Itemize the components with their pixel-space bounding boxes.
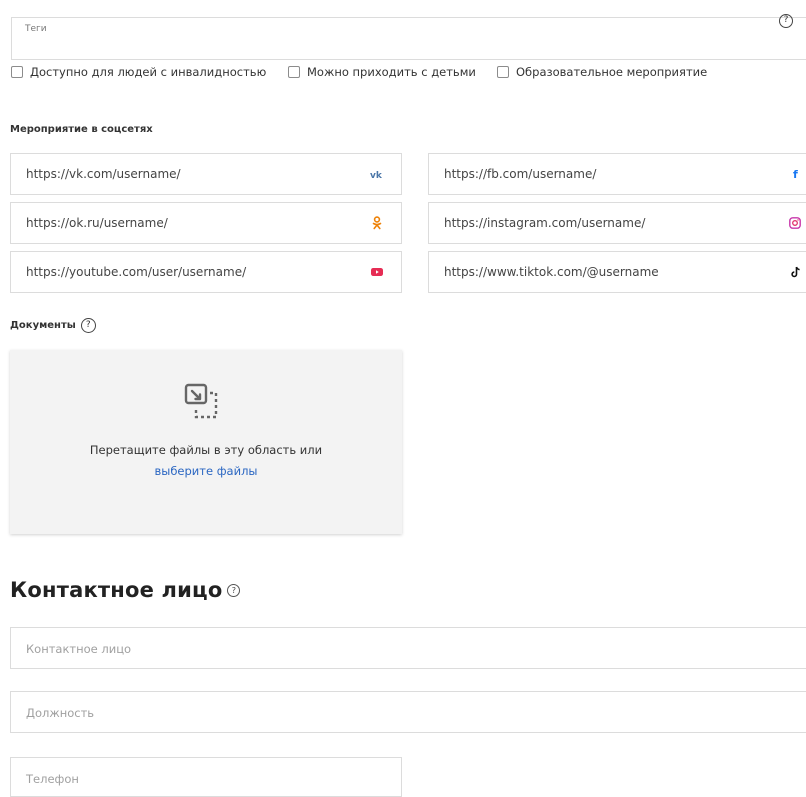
tags-help-icon[interactable]: ? (779, 14, 793, 28)
ok-link-value: https://ok.ru/username/ (26, 216, 168, 230)
documents-title: Документы (10, 320, 76, 331)
facebook-icon: f (788, 166, 804, 182)
svg-text:vk: vk (370, 171, 383, 179)
facebook-link-input[interactable]: https://fb.com/username/ f (428, 153, 806, 195)
tiktok-link-input[interactable]: https://www.tiktok.com/@username (428, 251, 806, 293)
instagram-link-input[interactable]: https://instagram.com/username/ (428, 202, 806, 244)
vk-icon: vk (369, 166, 385, 182)
social-section-title: Мероприятие в соцсетях (10, 124, 153, 135)
ok-link-input[interactable]: https://ok.ru/username/ (10, 202, 402, 244)
position-input[interactable]: Должность (10, 691, 806, 733)
documents-header: Документы ? (10, 318, 96, 333)
vk-link-input[interactable]: https://vk.com/username/ vk (10, 153, 402, 195)
phone-placeholder: Телефон (26, 772, 79, 786)
checkbox-box[interactable] (288, 66, 300, 78)
tags-label: Теги (25, 24, 47, 34)
facebook-link-value: https://fb.com/username/ (444, 167, 597, 181)
ok-icon (369, 215, 385, 231)
vk-link-value: https://vk.com/username/ (26, 167, 181, 181)
checkbox-educational[interactable]: Образовательное мероприятие (497, 64, 707, 80)
tiktok-link-value: https://www.tiktok.com/@username (444, 265, 659, 279)
choose-files-link[interactable]: выберите файлы (10, 464, 402, 478)
checkbox-label: Образовательное мероприятие (516, 65, 708, 79)
instagram-link-value: https://instagram.com/username/ (444, 216, 646, 230)
checkbox-label: Можно приходить с детьми (307, 65, 476, 79)
svg-text:f: f (793, 168, 798, 180)
phone-input[interactable]: Телефон (10, 757, 402, 797)
drop-instructions: Перетащите файлы в эту область или (89, 443, 323, 457)
checkbox-box[interactable] (11, 66, 23, 78)
youtube-icon (369, 264, 385, 280)
documents-help-icon[interactable]: ? (80, 318, 96, 333)
file-dropzone[interactable]: Перетащите файлы в эту область или выбер… (10, 350, 402, 534)
instagram-icon (787, 215, 803, 231)
drop-files-icon (182, 381, 230, 429)
contact-title-text: Контактное лицо (10, 578, 223, 602)
tags-field[interactable]: Теги (11, 17, 806, 60)
checkbox-accessible[interactable]: Доступно для людей с инвалидностью (11, 64, 266, 80)
youtube-link-value: https://youtube.com/user/username/ (26, 265, 247, 279)
youtube-link-input[interactable]: https://youtube.com/user/username/ (10, 251, 402, 293)
contact-name-placeholder: Контактное лицо (26, 642, 132, 656)
contact-name-input[interactable]: Контактное лицо (10, 627, 806, 669)
checkbox-with-children[interactable]: Можно приходить с детьми (288, 64, 476, 80)
checkbox-box[interactable] (497, 66, 509, 78)
position-placeholder: Должность (26, 706, 95, 720)
tiktok-icon (788, 264, 804, 280)
contact-section-title: Контактное лицо ? (10, 578, 241, 602)
contact-help-icon[interactable]: ? (227, 583, 241, 597)
checkbox-label: Доступно для людей с инвалидностью (30, 65, 267, 79)
